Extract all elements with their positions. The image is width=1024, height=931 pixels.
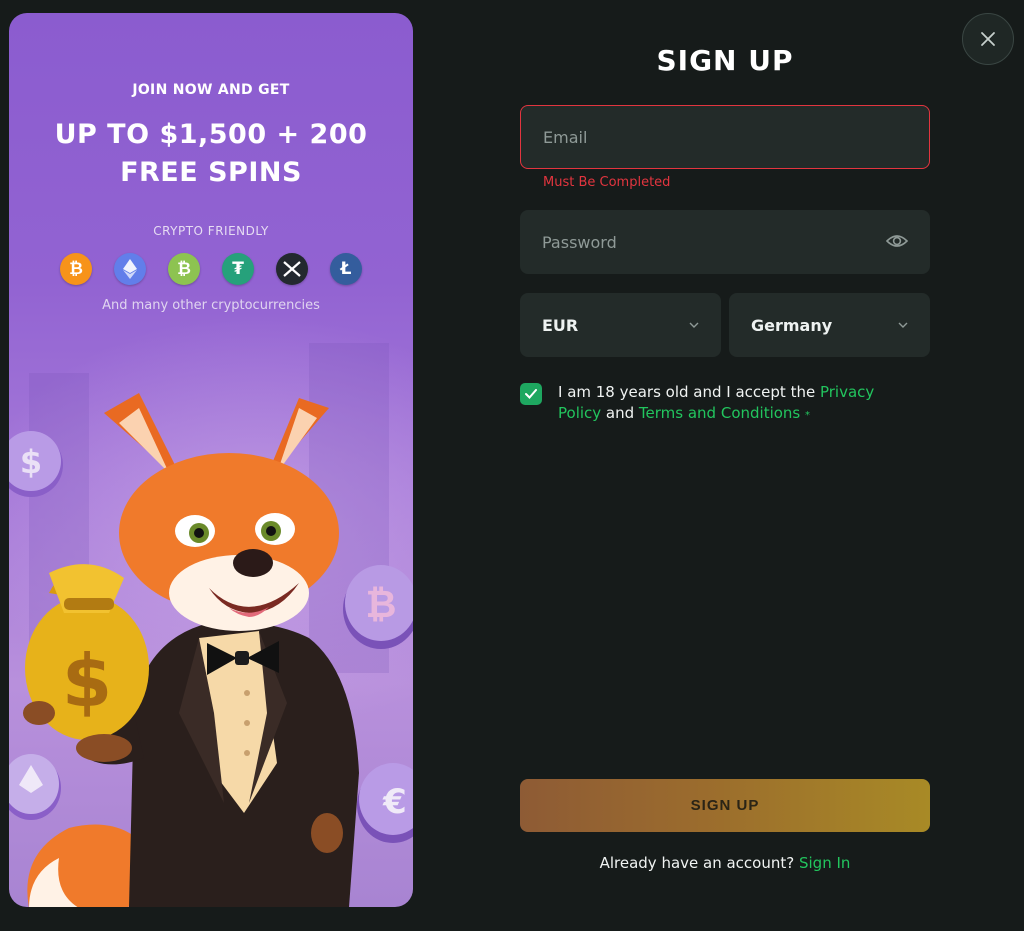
password-field[interactable] (520, 210, 930, 274)
svg-text:€: € (382, 782, 407, 822)
eye-icon[interactable] (886, 232, 908, 250)
required-mark: * (805, 410, 811, 421)
currency-select[interactable]: EUR (520, 293, 721, 357)
signup-title: SIGN UP (656, 44, 794, 77)
signup-submit-button[interactable]: SIGN UP (520, 779, 930, 832)
fox-mascot-illustration: $ ₿ € $ (9, 393, 413, 907)
email-input[interactable] (521, 106, 929, 168)
chevron-down-icon (689, 322, 699, 328)
dollar-coin-icon: $ (9, 431, 63, 497)
age-terms-checkbox[interactable] (520, 383, 542, 405)
country-select[interactable]: Germany (729, 293, 930, 357)
bitcoin-coin-icon: ₿ (343, 565, 413, 649)
sign-in-link[interactable]: Sign In (799, 854, 850, 872)
already-account-text: Already have an account? (599, 854, 799, 872)
promo-panel: JOIN NOW AND GET UP TO $1,500 + 200 FREE… (9, 13, 413, 907)
chevron-down-icon (898, 322, 908, 328)
terms-and: and (601, 404, 639, 422)
email-error-message: Must Be Completed (543, 175, 671, 190)
password-input[interactable] (520, 210, 930, 274)
email-field[interactable] (520, 105, 930, 169)
terms-conditions-link[interactable]: Terms and Conditions (639, 404, 800, 422)
ethereum-coin-icon (9, 754, 61, 820)
country-value: Germany (751, 315, 833, 335)
svg-text:$: $ (20, 443, 42, 481)
terms-text: I am 18 years old and I accept the Priva… (558, 382, 918, 426)
svg-text:$: $ (62, 639, 112, 723)
euro-coin-icon: € (357, 763, 413, 843)
checkmark-icon (525, 389, 537, 399)
close-icon (981, 32, 995, 46)
signin-prompt: Already have an account? Sign In (520, 854, 930, 872)
svg-text:₿: ₿ (366, 582, 397, 626)
close-button[interactable] (962, 13, 1014, 65)
currency-value: EUR (542, 315, 579, 335)
terms-prefix: I am 18 years old and I accept the (558, 383, 820, 401)
